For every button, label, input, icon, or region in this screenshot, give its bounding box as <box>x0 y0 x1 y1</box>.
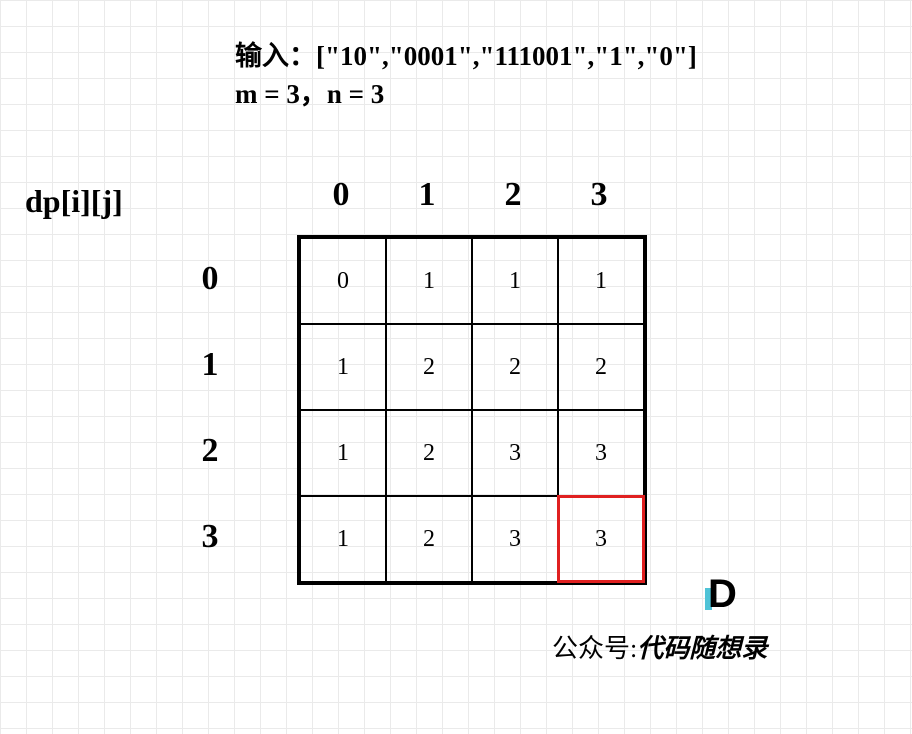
input-text: 输入：["10","0001","111001","1","0"] m = 3，… <box>235 38 697 114</box>
cell-3-1: 2 <box>386 496 472 582</box>
footer-label: 公众号: <box>552 634 637 663</box>
footer-brand: 代码随想录 <box>637 634 767 663</box>
input-line-1: 输入：["10","0001","111001","1","0"] <box>235 38 697 76</box>
dp-label: dp[i][j] <box>25 183 123 220</box>
cell-2-2: 3 <box>472 410 558 496</box>
cell-2-0: 1 <box>300 410 386 496</box>
cell-3-2: 3 <box>472 496 558 582</box>
cell-0-3: 1 <box>558 238 644 324</box>
cell-2-3: 3 <box>558 410 644 496</box>
cell-2-1: 2 <box>386 410 472 496</box>
cell-1-3: 2 <box>558 324 644 410</box>
input-line-2: m = 3，n = 3 <box>235 76 697 114</box>
col-header-2: 2 <box>470 176 556 214</box>
col-header-1: 1 <box>384 176 470 214</box>
row-header-3: 3 <box>195 494 225 580</box>
row-header-1: 1 <box>195 322 225 408</box>
cell-3-3-highlighted: 3 <box>558 496 644 582</box>
column-headers: 0 1 2 3 <box>298 176 642 214</box>
col-header-0: 0 <box>298 176 384 214</box>
row-headers: 0 1 2 3 <box>195 236 225 580</box>
cell-1-1: 2 <box>386 324 472 410</box>
cell-0-2: 1 <box>472 238 558 324</box>
row-header-0: 0 <box>195 236 225 322</box>
row-header-2: 2 <box>195 408 225 494</box>
dp-table: 0 1 1 1 1 2 2 2 1 2 3 3 1 2 3 3 <box>297 235 647 585</box>
col-header-3: 3 <box>556 176 642 214</box>
cell-0-0: 0 <box>300 238 386 324</box>
cell-1-2: 2 <box>472 324 558 410</box>
logo-icon: D <box>708 580 744 616</box>
cell-0-1: 1 <box>386 238 472 324</box>
footer-attribution: 公众号:代码随想录 <box>552 628 767 665</box>
cell-3-0: 1 <box>300 496 386 582</box>
cell-1-0: 1 <box>300 324 386 410</box>
